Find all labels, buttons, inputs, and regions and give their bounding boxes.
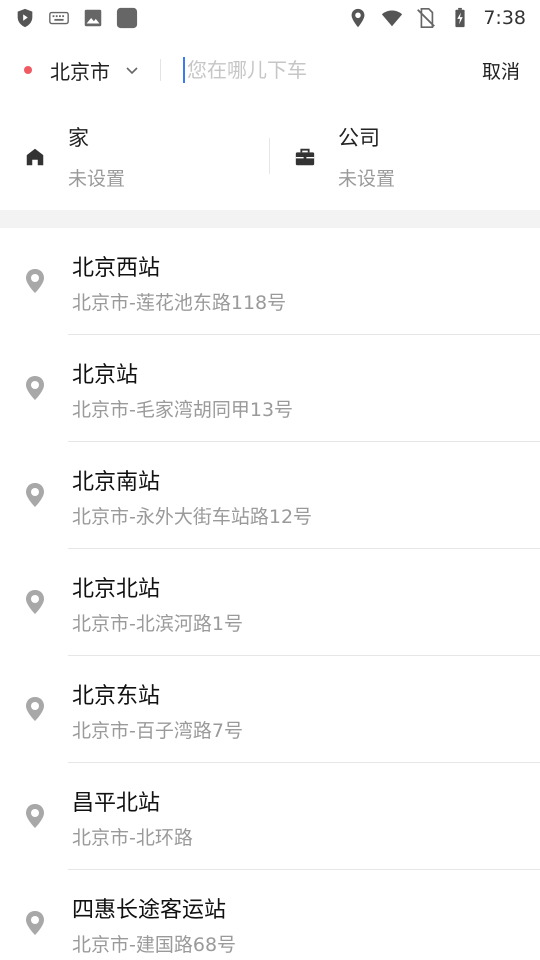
chevron-down-icon[interactable]: [124, 62, 140, 78]
wifi-icon: [381, 7, 403, 29]
place-address: 北京市-莲花池东路118号: [72, 292, 287, 314]
place-name: 北京北站: [72, 577, 161, 602]
battery-charging-icon: [449, 7, 471, 29]
divider: [160, 59, 161, 81]
place-name: 昌平北站: [72, 791, 161, 816]
place-name: 北京西站: [72, 256, 161, 281]
list-item[interactable]: 北京东站 北京市-百子湾路7号: [0, 656, 540, 763]
location-pin-icon: [24, 482, 46, 508]
company-title: 公司: [338, 126, 380, 150]
destination-search-input[interactable]: [187, 58, 437, 82]
location-pin-icon: [24, 803, 46, 829]
no-sim-icon: [415, 7, 437, 29]
section-divider: [0, 210, 540, 228]
search-header: 北京市 取消: [0, 40, 540, 100]
saved-places: 家 未设置 公司 未设置: [0, 108, 540, 210]
list-item[interactable]: 北京北站 北京市-北滨河路1号: [0, 549, 540, 656]
place-name: 北京南站: [72, 470, 161, 495]
list-item[interactable]: 四惠长途客运站 北京市-建国路68号: [0, 870, 540, 960]
text-cursor: [183, 57, 185, 83]
location-pin-icon: [24, 910, 46, 936]
list-item[interactable]: 北京南站 北京市-永外大街车站路12号: [0, 442, 540, 549]
status-bar: 7:38: [0, 0, 540, 36]
place-address: 北京市-毛家湾胡同甲13号: [72, 399, 294, 421]
list-item[interactable]: 北京西站 北京市-莲花池东路118号: [0, 228, 540, 335]
location-pin-icon: [24, 696, 46, 722]
city-dot-indicator: [24, 66, 32, 74]
home-icon: [24, 146, 46, 168]
place-name: 北京站: [72, 363, 139, 388]
clock: 7:38: [483, 7, 526, 29]
keyboard-icon: [48, 7, 70, 29]
cancel-button[interactable]: 取消: [482, 57, 520, 84]
search-results-list: 北京西站 北京市-莲花池东路118号 北京站 北京市-毛家湾胡同甲13号 北京南…: [0, 228, 540, 960]
home-shortcut[interactable]: 家 未设置: [0, 108, 270, 210]
city-selector-label[interactable]: 北京市: [50, 56, 110, 85]
list-item[interactable]: 北京站 北京市-毛家湾胡同甲13号: [0, 335, 540, 442]
location-pin-icon: [24, 589, 46, 615]
place-address: 北京市-北环路: [72, 827, 193, 849]
place-name: 四惠长途客运站: [72, 898, 227, 923]
home-title: 家: [68, 126, 89, 150]
home-subtitle: 未设置: [68, 168, 126, 190]
company-subtitle: 未设置: [338, 168, 396, 190]
search-field[interactable]: [183, 54, 453, 86]
list-item[interactable]: 昌平北站 北京市-北环路: [0, 763, 540, 870]
location-pin-icon: [24, 268, 46, 294]
image-icon: [82, 7, 104, 29]
place-address: 北京市-永外大街车站路12号: [72, 506, 313, 528]
location-icon: [347, 7, 369, 29]
shield-icon: [14, 7, 36, 29]
briefcase-icon: [294, 146, 316, 168]
place-address: 北京市-百子湾路7号: [72, 720, 243, 742]
company-shortcut[interactable]: 公司 未设置: [270, 108, 540, 210]
place-address: 北京市-北滨河路1号: [72, 613, 243, 635]
app-square-icon: [116, 7, 138, 29]
place-name: 北京东站: [72, 684, 161, 709]
location-pin-icon: [24, 375, 46, 401]
place-address: 北京市-建国路68号: [72, 934, 237, 956]
